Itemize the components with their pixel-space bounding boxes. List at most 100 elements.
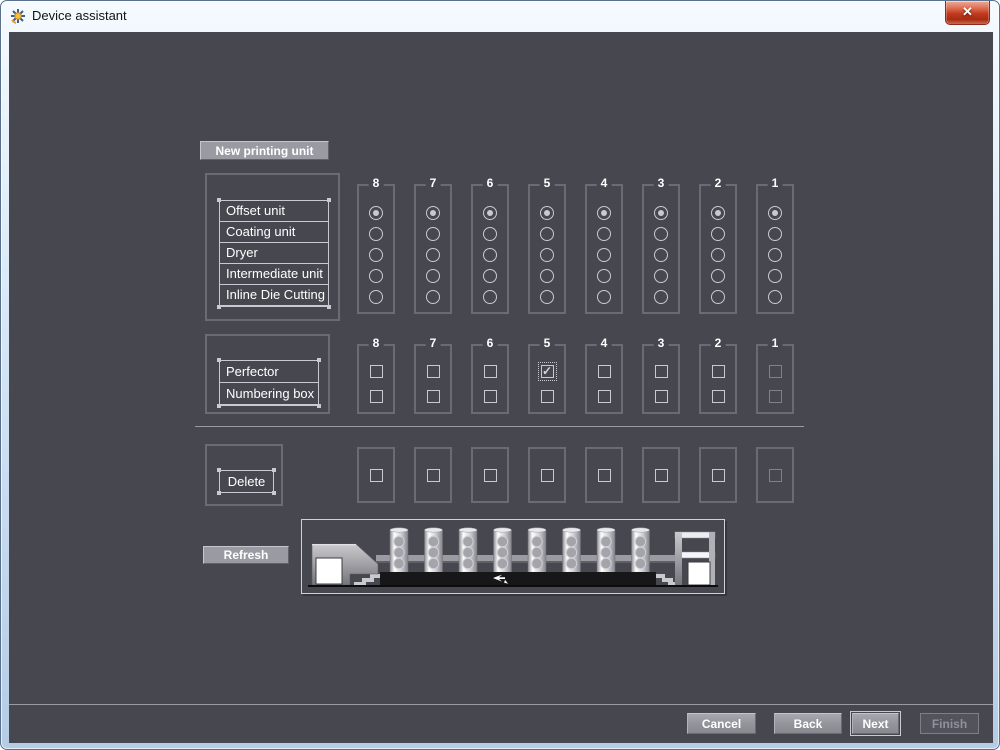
unit-type-radio-col6-row1[interactable] xyxy=(483,206,497,220)
unit-type-radio-col4-row3[interactable] xyxy=(597,248,611,262)
unit-type-radio-col4-row4[interactable] xyxy=(597,269,611,283)
press-tower-6 xyxy=(459,528,477,573)
back-button[interactable]: Back xyxy=(774,713,842,734)
accessory-type-perfector[interactable]: Perfector xyxy=(220,361,318,383)
unit-type-radio-col3-row2[interactable] xyxy=(654,227,668,241)
selection-handle xyxy=(217,198,221,202)
unit-type-inline-die-cutting[interactable]: Inline Die Cutting xyxy=(220,285,328,306)
unit-type-radio-col4-row1[interactable] xyxy=(597,206,611,220)
selection-handle xyxy=(327,198,331,202)
unit-type-intermediate-unit[interactable]: Intermediate unit xyxy=(220,264,328,285)
accessory-checkbox-col5-row1[interactable] xyxy=(541,365,554,378)
close-button[interactable]: ✕ xyxy=(945,1,990,25)
delete-column-4 xyxy=(585,447,623,503)
accessory-column-5: 5 xyxy=(528,344,566,414)
press-towers xyxy=(390,528,650,573)
unit-type-radio-col8-row3[interactable] xyxy=(369,248,383,262)
accessory-column-2: 2 xyxy=(699,344,737,414)
footer-separator xyxy=(9,704,993,705)
delete-button[interactable]: Delete xyxy=(219,470,274,493)
cancel-button[interactable]: Cancel xyxy=(687,713,756,734)
unit-type-radio-col2-row5[interactable] xyxy=(711,290,725,304)
unit-type-radio-col7-row4[interactable] xyxy=(426,269,440,283)
unit-type-radio-col2-row3[interactable] xyxy=(711,248,725,262)
delete-columns xyxy=(357,447,794,503)
delete-groupbox: Delete xyxy=(205,444,283,506)
accessory-checkbox-col1-row1 xyxy=(769,365,782,378)
unit-type-radio-col6-row5[interactable] xyxy=(483,290,497,304)
unit-type-radio-col8-row1[interactable] xyxy=(369,206,383,220)
unit-type-radio-col8-row4[interactable] xyxy=(369,269,383,283)
unit-type-offset-unit[interactable]: Offset unit xyxy=(220,201,328,222)
unit-type-coating-unit[interactable]: Coating unit xyxy=(220,222,328,243)
unit-type-radio-col2-row4[interactable] xyxy=(711,269,725,283)
unit-type-radio-col1-row2[interactable] xyxy=(768,227,782,241)
accessory-checkbox-col3-row1[interactable] xyxy=(655,365,668,378)
unit-type-radio-col6-row4[interactable] xyxy=(483,269,497,283)
accessory-checkbox-col5-row2[interactable] xyxy=(541,390,554,403)
delete-checkbox-col4[interactable] xyxy=(598,469,611,482)
unit-type-radio-col7-row2[interactable] xyxy=(426,227,440,241)
unit-type-dryer[interactable]: Dryer xyxy=(220,243,328,264)
unit-type-radio-col1-row4[interactable] xyxy=(768,269,782,283)
unit-type-radio-col4-row2[interactable] xyxy=(597,227,611,241)
press-conveyor xyxy=(376,555,676,561)
unit-type-radio-col2-row1[interactable] xyxy=(711,206,725,220)
unit-type-radio-col7-row3[interactable] xyxy=(426,248,440,262)
unit-type-radio-col2-row2[interactable] xyxy=(711,227,725,241)
unit-type-radio-col4-row5[interactable] xyxy=(597,290,611,304)
accessory-checkbox-col8-row2[interactable] xyxy=(370,390,383,403)
unit-type-radio-col8-row2[interactable] xyxy=(369,227,383,241)
delete-checkbox-col7[interactable] xyxy=(427,469,440,482)
device-assistant-window: Device assistant ✕ New printing unit Off… xyxy=(0,0,1000,750)
press-tower-2 xyxy=(597,528,615,573)
window-title: Device assistant xyxy=(32,8,127,23)
accessory-type-numbering-box[interactable]: Numbering box xyxy=(220,383,318,405)
accessory-checkbox-col2-row2[interactable] xyxy=(712,390,725,403)
accessory-checkbox-col7-row2[interactable] xyxy=(427,390,440,403)
delete-checkbox-col6[interactable] xyxy=(484,469,497,482)
accessory-checkbox-col4-row1[interactable] xyxy=(598,365,611,378)
press-tower-1 xyxy=(632,528,650,573)
accessory-checkbox-col4-row2[interactable] xyxy=(598,390,611,403)
delete-checkbox-col8[interactable] xyxy=(370,469,383,482)
column-number-4: 4 xyxy=(597,177,612,189)
selection-handle xyxy=(217,404,221,408)
unit-type-radio-col3-row3[interactable] xyxy=(654,248,668,262)
unit-type-radio-col3-row4[interactable] xyxy=(654,269,668,283)
unit-type-radio-col1-row1[interactable] xyxy=(768,206,782,220)
unit-type-radio-col6-row2[interactable] xyxy=(483,227,497,241)
unit-type-radio-col5-row2[interactable] xyxy=(540,227,554,241)
unit-type-radio-col5-row4[interactable] xyxy=(540,269,554,283)
next-button[interactable]: Next xyxy=(852,713,899,734)
title-bar[interactable]: Device assistant ✕ xyxy=(1,1,999,32)
unit-type-radio-col1-row5[interactable] xyxy=(768,290,782,304)
delete-checkbox-col3[interactable] xyxy=(655,469,668,482)
unit-type-radio-col5-row1[interactable] xyxy=(540,206,554,220)
accessory-column-3: 3 xyxy=(642,344,680,414)
column-number-1: 1 xyxy=(768,337,783,349)
delete-checkbox-col2[interactable] xyxy=(712,469,725,482)
press-feeder-pile xyxy=(688,562,710,585)
unit-type-radio-col7-row5[interactable] xyxy=(426,290,440,304)
unit-type-radio-col5-row5[interactable] xyxy=(540,290,554,304)
accessory-checkbox-col6-row1[interactable] xyxy=(484,365,497,378)
unit-type-radio-col7-row1[interactable] xyxy=(426,206,440,220)
accessory-checkbox-col3-row2[interactable] xyxy=(655,390,668,403)
delete-checkbox-col5[interactable] xyxy=(541,469,554,482)
column-number-2: 2 xyxy=(711,177,726,189)
accessory-checkbox-col8-row1[interactable] xyxy=(370,365,383,378)
column-number-6: 6 xyxy=(483,177,498,189)
unit-type-radio-col5-row3[interactable] xyxy=(540,248,554,262)
press-tower-5 xyxy=(494,528,512,573)
unit-type-radio-col1-row3[interactable] xyxy=(768,248,782,262)
accessory-checkbox-col7-row1[interactable] xyxy=(427,365,440,378)
unit-type-radio-col3-row1[interactable] xyxy=(654,206,668,220)
unit-type-radio-col3-row5[interactable] xyxy=(654,290,668,304)
accessory-checkbox-col6-row2[interactable] xyxy=(484,390,497,403)
accessory-checkbox-col2-row1[interactable] xyxy=(712,365,725,378)
refresh-button[interactable]: Refresh xyxy=(203,546,289,564)
unit-type-radio-col6-row3[interactable] xyxy=(483,248,497,262)
new-printing-unit-button[interactable]: New printing unit xyxy=(200,141,329,160)
unit-type-radio-col8-row5[interactable] xyxy=(369,290,383,304)
